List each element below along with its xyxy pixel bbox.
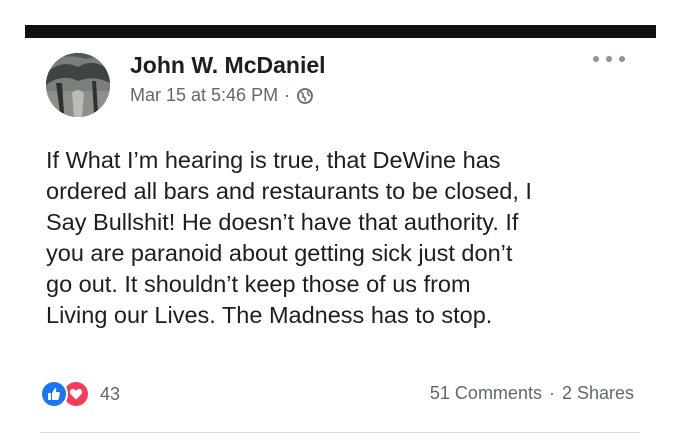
post-body-line: Living our Lives. The Madness has to sto… xyxy=(46,302,493,328)
divider xyxy=(40,432,640,433)
more-dot xyxy=(593,56,599,62)
post-timestamp[interactable]: Mar 15 at 5:46 PM xyxy=(130,85,278,106)
reaction-icons xyxy=(40,380,102,408)
shares-link[interactable]: 2 Shares xyxy=(562,383,634,404)
avatar-photo xyxy=(46,53,110,117)
top-border-bar xyxy=(25,25,656,38)
reactions-summary[interactable]: 43 xyxy=(40,380,120,408)
post-meta: Mar 15 at 5:46 PM · xyxy=(130,85,313,106)
stats-separator: · xyxy=(548,383,555,403)
post-body: If What I’m hearing is true, that DeWine… xyxy=(46,145,646,331)
like-icon xyxy=(40,380,68,408)
facebook-post: John W. McDaniel Mar 15 at 5:46 PM · If … xyxy=(0,38,680,439)
more-dot xyxy=(606,56,612,62)
post-body-line: go out. It shouldn’t keep those of us fr… xyxy=(46,271,471,297)
post-body-line: you are paranoid about getting sick just… xyxy=(46,240,513,266)
comments-link[interactable]: 51 Comments xyxy=(430,383,542,404)
post-body-line: ordered all bars and restaurants to be c… xyxy=(46,178,532,204)
meta-separator: · xyxy=(284,85,291,105)
engagement-stats: 51 Comments · 2 Shares xyxy=(430,383,634,404)
globe-icon[interactable] xyxy=(297,87,313,104)
post-body-line: If What I’m hearing is true, that DeWine… xyxy=(46,147,501,173)
reaction-count: 43 xyxy=(100,383,121,404)
author-name[interactable]: John W. McDaniel xyxy=(130,52,326,79)
avatar[interactable] xyxy=(46,53,110,117)
post-body-line: Say Bullshit! He doesn’t have that autho… xyxy=(46,209,519,235)
more-dot xyxy=(619,56,625,62)
more-options-icon[interactable] xyxy=(593,50,625,68)
